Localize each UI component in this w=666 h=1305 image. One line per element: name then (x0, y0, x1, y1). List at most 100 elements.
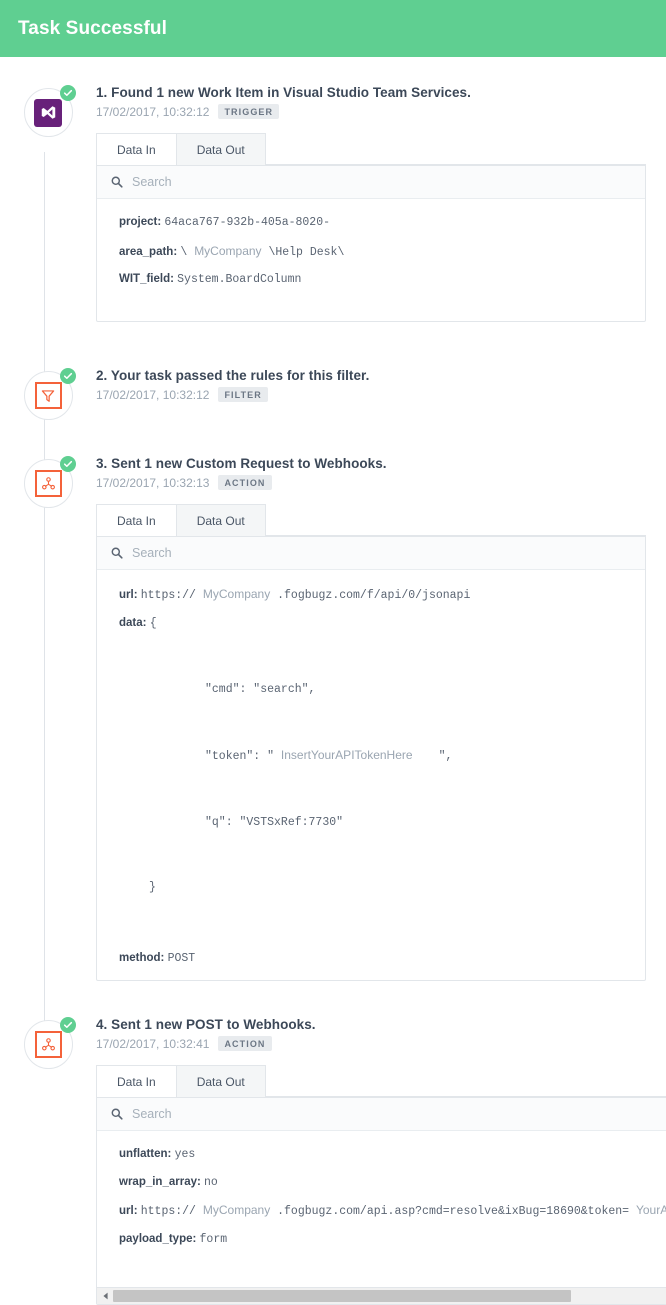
step-data-panel: Data In Data Out Search unflatten: yes w… (96, 1065, 666, 1305)
filter-funnel-icon (34, 382, 62, 409)
success-check-icon (59, 368, 76, 384)
panel-search-row[interactable]: Search (97, 1098, 666, 1132)
step-marker-column (0, 79, 96, 137)
data-field-row: project: 64aca767-932b-405a-8020- (119, 215, 623, 231)
field-value: \ (180, 245, 195, 259)
step-spacer (0, 322, 666, 362)
scrollbar-thumb[interactable] (113, 1290, 572, 1303)
tab-data-out[interactable]: Data Out (175, 1065, 266, 1098)
step-title: 4. Sent 1 new POST to Webhooks. (96, 1017, 316, 1033)
panel-tabs: Data In Data Out (96, 133, 646, 166)
json-token-prefix: "token": " (205, 750, 281, 764)
search-input[interactable]: Search (132, 1107, 172, 1121)
redacted-api-token: InsertYourAPITokenHere (280, 748, 413, 763)
panel-content: url: https:// MyCompany .fogbugz.com/f/a… (97, 570, 645, 980)
timeline-step-4: 4. Sent 1 new POST to Webhooks. 17/02/20… (0, 1011, 666, 1305)
step-body: 2. Your task passed the rules for this f… (96, 362, 666, 416)
field-value: yes (174, 1148, 196, 1162)
step-timestamp: 17/02/2017, 10:32:13 (96, 475, 210, 490)
field-key: method: (119, 951, 165, 964)
field-value-suffix: .fogbugz.com/f/api/0/jsonapi (270, 589, 471, 602)
step-type-badge: ACTION (218, 475, 272, 490)
field-value: no (204, 1175, 218, 1189)
data-field-row: unflatten: yes (119, 1147, 666, 1163)
step-body: 1. Found 1 new Work Item in Visual Studi… (96, 79, 666, 322)
redacted-value: MyCompany (194, 243, 262, 258)
search-icon (111, 547, 123, 559)
step-type-badge: FILTER (218, 387, 268, 402)
success-check-icon (59, 1017, 76, 1034)
step-meta: 17/02/2017, 10:32:13 ACTION (96, 475, 646, 490)
step-meta: 17/02/2017, 10:32:41 ACTION (96, 1036, 666, 1052)
tab-data-out[interactable]: Data Out (175, 504, 266, 536)
step-title: 3. Sent 1 new Custom Request to Webhooks… (96, 456, 387, 471)
data-field-row: method: POST (119, 951, 623, 967)
horizontal-scrollbar[interactable] (97, 1287, 666, 1305)
field-key: url: (119, 1205, 138, 1218)
timeline-step-3: 3. Sent 1 new Custom Request to Webhooks… (0, 450, 666, 982)
search-input[interactable]: Search (132, 175, 172, 189)
data-field-row: url: https:// MyCompany .fogbugz.com/f/a… (119, 586, 623, 604)
success-check-icon (59, 85, 76, 101)
step-marker-column (0, 362, 96, 420)
step-title: 2. Your task passed the rules for this f… (96, 368, 370, 383)
timeline-step-1: 1. Found 1 new Work Item in Visual Studi… (0, 79, 666, 322)
field-value: { (149, 616, 157, 630)
field-key: wrap_in_array: (119, 1175, 201, 1188)
field-key: payload_type: (119, 1232, 197, 1245)
tabs-filler (264, 1065, 666, 1098)
panel-tabs: Data In Data Out (96, 1065, 666, 1099)
success-check-icon (59, 456, 76, 472)
field-key: data: (119, 616, 147, 629)
field-value: 64aca767-932b-405a-8020- (164, 216, 331, 229)
data-field-row: area_path: \ MyCompany \Help Desk\ (119, 243, 623, 261)
step-marker (23, 1017, 76, 1070)
step-timestamp: 17/02/2017, 10:32:12 (96, 104, 210, 119)
search-input[interactable]: Search (132, 546, 172, 560)
scroll-left-arrow[interactable] (97, 1288, 113, 1305)
step-spacer (0, 420, 666, 450)
step-marker (23, 456, 76, 508)
scrollbar-track[interactable] (113, 1288, 666, 1305)
json-body: "cmd": "search", "token": " InsertYourAP… (119, 635, 623, 943)
step-marker (23, 85, 76, 137)
field-key: area_path: (119, 245, 178, 258)
field-value: System.BoardColumn (177, 273, 302, 287)
tabs-filler (264, 504, 646, 536)
panel-content: project: 64aca767-932b-405a-8020- area_p… (97, 199, 645, 321)
step-marker-column (0, 450, 96, 508)
page-title: Task Successful (18, 17, 168, 39)
panel-search-row[interactable]: Search (97, 166, 645, 199)
field-key: url: (119, 589, 138, 601)
step-type-badge: TRIGGER (218, 104, 280, 119)
panel-search-row[interactable]: Search (97, 537, 645, 570)
step-marker (23, 368, 76, 420)
step-marker-column (0, 1011, 96, 1070)
data-field-row: wrap_in_array: no (119, 1175, 666, 1191)
panel-content: unflatten: yes wrap_in_array: no url: ht… (97, 1131, 666, 1287)
visual-studio-icon (34, 98, 62, 127)
step-body: 3. Sent 1 new Custom Request to Webhooks… (96, 450, 666, 982)
redacted-value: MyCompany (202, 587, 271, 601)
data-field-row: data: { (119, 616, 623, 632)
json-line-token: "token": " InsertYourAPITokenHere ", (119, 744, 623, 768)
tab-data-out[interactable]: Data Out (175, 133, 266, 165)
data-field-row: url: https:// MyCompany .fogbugz.com/api… (119, 1202, 666, 1220)
tab-data-in[interactable]: Data In (96, 1065, 177, 1098)
tab-data-in[interactable]: Data In (96, 133, 177, 165)
step-data-panel: Data In Data Out Search project: 64aca76… (96, 133, 646, 322)
field-value: POST (167, 951, 196, 965)
step-meta: 17/02/2017, 10:32:12 TRIGGER (96, 104, 646, 119)
json-line-cmd: "cmd": "search", (205, 682, 316, 696)
step-timestamp: 17/02/2017, 10:32:41 (96, 1036, 210, 1051)
step-meta: 17/02/2017, 10:32:12 FILTER (96, 387, 646, 402)
json-line-q: "q": "VSTSxRef:7730" (205, 815, 344, 829)
webhooks-icon (34, 470, 62, 497)
json-token-suffix: ", (438, 750, 453, 764)
panel-tabs: Data In Data Out (96, 504, 646, 537)
redacted-value: MyCompany (202, 1203, 271, 1218)
step-type-badge: ACTION (218, 1036, 272, 1052)
tab-data-in[interactable]: Data In (96, 504, 177, 536)
step-title: 1. Found 1 new Work Item in Visual Studi… (96, 85, 471, 100)
field-key: WIT_field: (119, 273, 174, 286)
